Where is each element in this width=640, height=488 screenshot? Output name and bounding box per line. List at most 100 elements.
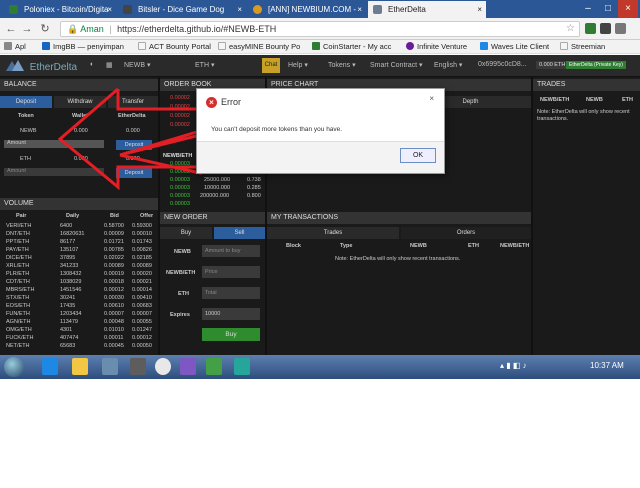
volume-pair[interactable]: OMG/ETH [6,327,32,333]
volume-pair[interactable]: EOS/ETH [6,303,30,309]
blank-area [0,379,640,488]
tab-etherdelta[interactable]: EtherDelta × [368,1,486,18]
app4-icon[interactable] [234,358,250,375]
language-dropdown[interactable]: English ▾ [434,61,462,69]
close-tab-icon[interactable]: × [357,1,362,18]
volume-value: 1451546 [60,287,82,293]
volume-value: 37895 [60,255,76,261]
extension-eth-icon[interactable] [600,23,611,34]
amount-to-buy-input[interactable]: Amount to buy [202,245,260,257]
volume-pair[interactable]: PPT/ETH [6,239,29,245]
volume-pair[interactable]: DICE/ETH [6,255,32,261]
trades-col-newb: NEWB [586,97,603,103]
tx-col-pair: NEWB/ETH [500,243,530,249]
bookmark-coinstarter[interactable]: CoinStarter - My acc [312,41,391,53]
tab-sell[interactable]: Sell [214,227,265,239]
bookmark-apps[interactable]: Apl [4,41,26,53]
volume-pair[interactable]: DNT/ETH [6,231,30,237]
volume-pair[interactable]: AGN/ETH [6,319,30,325]
volume-pair[interactable]: FUN/ETH [6,311,30,317]
app-icon[interactable] [130,358,146,375]
grid-icon[interactable]: ▦ [106,61,113,69]
close-tab-icon[interactable]: × [237,1,242,18]
volume-value: 135107 [60,247,79,253]
volume-pair[interactable]: PAY/ETH [6,247,29,253]
close-tab-icon[interactable]: × [477,1,482,18]
tx-col-type: Type [340,243,353,249]
chat-button[interactable]: Chat [262,58,280,73]
tray-icons[interactable]: ▴ ▮ ◧ ♪ [500,361,527,370]
expires-input[interactable]: 10000 [202,308,260,320]
ie-icon[interactable] [42,358,58,375]
base-dropdown[interactable]: ETH ▾ [195,61,214,69]
apps-grid-icon [4,42,12,50]
bookmark-star-icon[interactable]: ☆ [566,22,575,36]
clock[interactable]: 10:37 AM [590,361,624,370]
token-pair-dropdown[interactable]: NEWB ▾ [124,61,150,69]
volume-value: 0.00089 [132,263,152,269]
label-expires: Expires [170,312,190,318]
tab-bitsler[interactable]: Bitsler - Dice Game Dog × [118,1,246,18]
volume-pair[interactable]: FUCK/ETH [6,335,34,341]
volume-value: 0.00785 [104,247,124,253]
bookmark-act[interactable]: ACT Bounty Portal [138,41,211,53]
volume-pair[interactable]: XRL/ETH [6,263,29,269]
volume-value: 0.00011 [104,335,124,341]
etherdelta-logo[interactable]: EtherDelta [6,59,77,73]
dialog-close-icon[interactable]: × [429,94,434,103]
minimize-icon[interactable]: – [578,0,598,18]
volume-pair[interactable]: PLR/ETH [6,271,29,277]
trades-title: TRADES [533,79,640,91]
app2-icon[interactable] [180,358,196,375]
tab-poloniex[interactable]: Poloniex - Bitcoin/Digita × [4,1,116,18]
volume-pair[interactable]: NET/ETH [6,343,30,349]
total-input[interactable]: Total [202,287,260,299]
chrome-icon[interactable] [155,358,171,375]
explorer-icon[interactable] [72,358,88,375]
back-icon[interactable]: ← [4,21,18,37]
bookmark-easymine[interactable]: easyMINE Bounty Po [218,41,300,53]
vol-col-daily: Daily [66,213,80,219]
tokens-dropdown[interactable]: Tokens ▾ [328,61,356,69]
account-dropdown[interactable]: 0x6995c0cD8... [478,61,527,68]
tab-my-orders[interactable]: Orders [401,227,531,239]
url-input[interactable]: 🔒 Aman | https://etherdelta.github.io/#N… [60,21,580,37]
volume-pair[interactable]: VERI/ETH [6,223,31,229]
bookmark-imgbb[interactable]: ImgBB — penyimpan [42,41,124,53]
volume-pair[interactable]: CDT/ETH [6,279,30,285]
bookmark-streemian[interactable]: Streemian [560,41,605,53]
trades-col-eth: ETH [622,97,633,103]
start-button-icon[interactable] [4,357,24,377]
bookmark-waves[interactable]: Waves Lite Client [480,41,549,53]
volume-value: 0.58700 [104,223,124,229]
forward-icon[interactable]: → [20,21,34,37]
close-tab-icon[interactable]: × [107,1,112,18]
close-window-icon[interactable]: × [618,0,638,18]
price-input[interactable]: Price [202,266,260,278]
secure-label: Aman [80,24,104,34]
buy-button[interactable]: Buy [202,328,260,341]
media-icon[interactable] [102,358,118,375]
app3-icon[interactable] [206,358,222,375]
volume-title: VOLUME [0,198,158,210]
volume-pair[interactable]: STX/ETH [6,295,29,301]
ok-button[interactable]: OK [400,148,436,163]
smart-contract-dropdown[interactable]: Smart Contract ▾ [370,61,423,69]
vol-col-pair: Pair [16,213,27,219]
maximize-icon[interactable]: □ [598,0,618,18]
tab-my-trades[interactable]: Trades [267,227,399,239]
moon-icon[interactable]: ◐ [90,61,94,68]
dialog-title: Error [221,97,241,107]
extension-gray-icon[interactable] [615,23,626,34]
dialog-message: You can't deposit more tokens than you h… [211,126,343,133]
volume-value: 86177 [60,239,76,245]
bookmark-infinite[interactable]: Infinite Venture [406,41,467,53]
reload-icon[interactable]: ↻ [38,21,52,37]
extension-green-icon[interactable] [585,23,596,34]
volume-value: 17435 [60,303,76,309]
tab-buy[interactable]: Buy [160,227,212,239]
help-dropdown[interactable]: Help ▾ [288,61,308,69]
volume-value: 0.02022 [104,255,124,261]
volume-pair[interactable]: MBRS/ETH [6,287,34,293]
tab-newbium[interactable]: [ANN] NEWBIUM.COM - × [248,1,366,18]
